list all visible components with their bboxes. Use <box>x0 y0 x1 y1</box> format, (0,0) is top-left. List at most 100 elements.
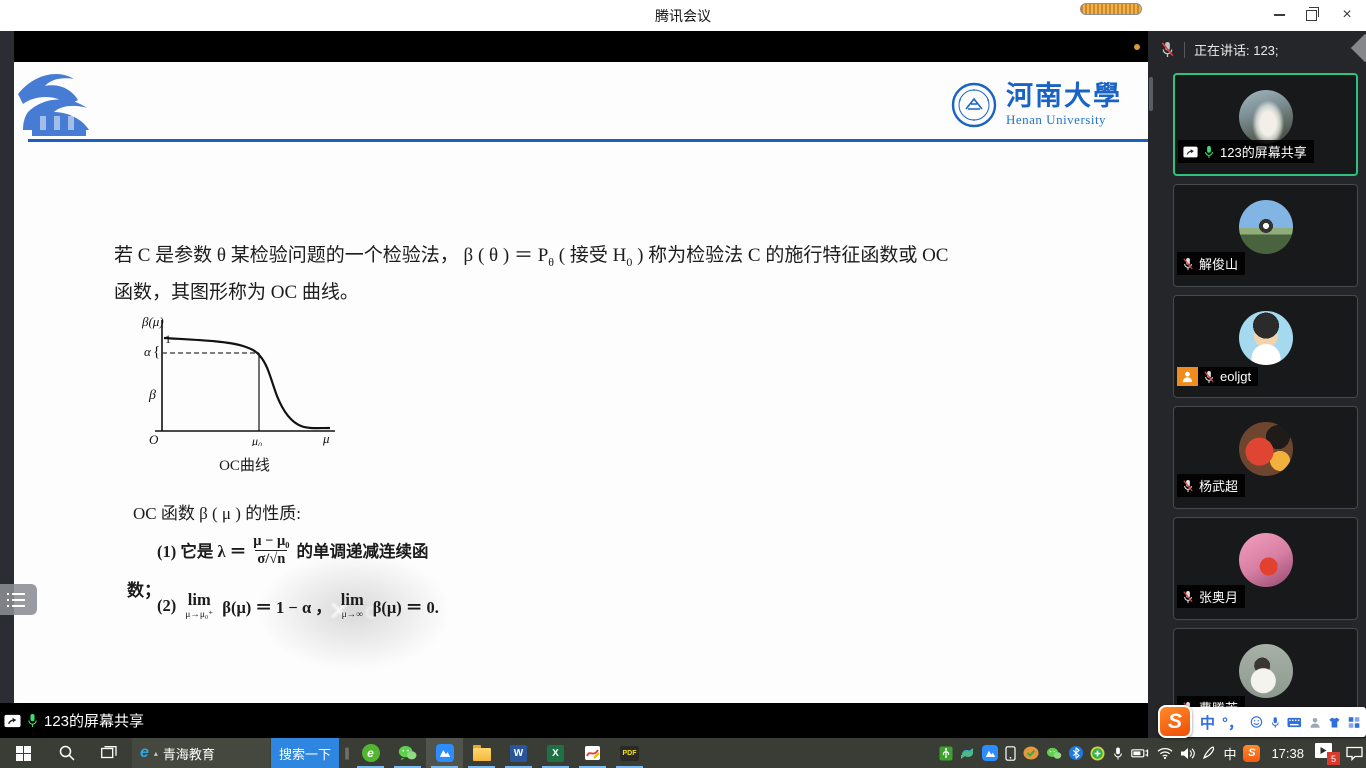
action-center-icon[interactable] <box>1346 746 1363 761</box>
toolbox-icon[interactable] <box>1348 715 1360 730</box>
taskbar-app-meeting[interactable] <box>426 738 463 768</box>
figure-beta-label: β <box>148 388 156 403</box>
annotation-menu-button[interactable] <box>0 584 37 615</box>
participant-name: 杨武超 <box>1199 476 1238 495</box>
meeting-tray-icon[interactable] <box>982 745 998 761</box>
search-button[interactable] <box>46 738 88 768</box>
skin-icon[interactable] <box>1328 715 1341 730</box>
wechat-icon <box>398 745 417 761</box>
pdf-icon: PDF <box>620 746 639 761</box>
soft-keyboard-icon[interactable] <box>1287 716 1302 729</box>
slide-paragraph: 若 C 是参数 θ 某检验问题的一个检验法， β ( θ ) ＝ Pθ ( 接受… <box>114 238 1074 310</box>
screen-share-icon <box>4 714 21 728</box>
taskbar-window-ie[interactable]: e ▴ 青海教育 <box>132 738 270 768</box>
wifi-icon[interactable] <box>1157 747 1173 759</box>
avatar <box>1239 200 1293 254</box>
taskbar-app-360browser[interactable]: e <box>352 738 389 768</box>
tray-language-indicator[interactable]: 中 <box>1223 744 1236 763</box>
ie-window-title: 青海教育 <box>163 744 215 763</box>
minimize-button[interactable] <box>1264 0 1294 30</box>
host-badge-icon <box>1177 367 1198 386</box>
avatar <box>1239 90 1293 144</box>
taskbar-app-pdf[interactable]: PDF <box>611 738 648 768</box>
mic-muted-icon <box>1160 41 1175 58</box>
emoji-icon[interactable] <box>1250 714 1263 730</box>
participant-tile[interactable]: 杨武超 <box>1173 406 1358 509</box>
property-1-cont: 数； <box>127 576 161 601</box>
usb-device-icon[interactable] <box>939 746 953 761</box>
sogou-tray-icon[interactable]: S <box>1243 745 1260 762</box>
participant-tile[interactable]: eoljgt <box>1173 295 1358 398</box>
notification-badge: 5 <box>1327 752 1340 765</box>
screen-share-banner: 123的屏幕共享 <box>0 703 1148 738</box>
volume-icon[interactable] <box>1180 747 1195 760</box>
figure-mu-label: μ <box>322 431 330 446</box>
power-plug-icon[interactable] <box>1131 747 1150 759</box>
input-switch-icon[interactable] <box>960 746 975 761</box>
start-button[interactable] <box>0 738 46 768</box>
bluetooth-icon[interactable] <box>1069 746 1083 760</box>
participant-name: eoljgt <box>1220 369 1251 384</box>
caret-icon: ▴ <box>154 749 158 758</box>
restore-button[interactable] <box>1296 0 1326 30</box>
participant-tile[interactable]: 解俊山 <box>1173 184 1358 287</box>
university-name-zh: 河南大學 <box>1006 83 1122 110</box>
taskbar-app-image-editor[interactable] <box>574 738 611 768</box>
figure-alpha-brace: { <box>153 344 160 360</box>
window-titlebar: 腾讯会议 × <box>0 0 1366 31</box>
participants-sidebar: 正在讲话: 123; 123的屏幕共享 <box>1148 31 1366 738</box>
wechat-tray-icon[interactable] <box>1046 747 1062 760</box>
share-banner-label: 123的屏幕共享 <box>44 710 144 731</box>
university-seal-icon <box>951 82 997 128</box>
university-name-en: Henan University <box>1006 112 1122 128</box>
word-icon: W <box>510 745 527 762</box>
360-plus-icon[interactable] <box>1090 746 1105 761</box>
pen-icon[interactable] <box>1202 746 1216 760</box>
properties-title: OC 函数 β ( μ ) 的性质: <box>133 499 301 524</box>
360-safe-icon[interactable] <box>1023 746 1039 760</box>
figure-ylabel: β(μ) <box>142 314 164 329</box>
mic-muted-icon <box>1182 257 1194 271</box>
system-tray: 中 S 17:38 5 <box>939 738 1363 768</box>
window-title: 腾讯会议 <box>0 0 1366 31</box>
account-icon[interactable] <box>1309 715 1321 730</box>
close-button[interactable]: × <box>1332 0 1362 30</box>
notification-app-icon[interactable]: 5 <box>1315 743 1339 763</box>
university-logo: 河南大學 Henan University <box>951 82 1122 128</box>
mic-muted-icon <box>1182 590 1194 604</box>
property-2: (2) lim μ→μ₀⁺ β(μ) ＝ 1 − α ， lim μ→∞ β(μ… <box>157 592 439 620</box>
recording-indicator-capsule <box>1080 3 1142 15</box>
participant-tile[interactable]: 123的屏幕共享 <box>1173 73 1358 176</box>
participant-name: 解俊山 <box>1199 254 1238 273</box>
paragraph-line2: 函数，其图形称为 OC 曲线。 <box>114 275 1074 310</box>
participant-tile[interactable]: 张奥月 <box>1173 517 1358 620</box>
figure-caption: OC曲线 <box>142 454 347 475</box>
mobile-device-icon[interactable] <box>1005 746 1016 761</box>
speaking-status-bar: 正在讲话: 123; <box>1148 31 1366 68</box>
sidebar-scrollbar[interactable] <box>1149 77 1153 111</box>
avatar <box>1239 311 1293 365</box>
360-browser-icon: e <box>362 744 380 762</box>
voice-input-icon[interactable] <box>1270 715 1280 730</box>
fraction: μ − μ₀ σ/√n <box>253 533 289 567</box>
punctuation-toggle[interactable]: °， <box>1222 712 1243 733</box>
taskbar-app-explorer[interactable] <box>463 738 500 768</box>
sogou-logo-icon[interactable]: S <box>1158 705 1192 738</box>
task-view-button[interactable] <box>88 738 130 768</box>
taskbar-window-search[interactable]: 搜索一下 <box>271 738 339 768</box>
taskbar-app-word[interactable]: W <box>500 738 537 768</box>
clock[interactable]: 17:38 <box>1267 746 1308 761</box>
input-lang-toggle[interactable]: 中 <box>1200 712 1215 733</box>
mic-muted-icon <box>1182 479 1194 493</box>
screen-share-icon <box>1183 146 1198 158</box>
oc-curve-figure: β(μ) 1 α { β O μ₀ μ <box>142 312 347 446</box>
paragraph-line1: 若 C 是参数 θ 某检验问题的一个检验法， β ( θ ) ＝ Pθ ( 接受… <box>114 238 1074 275</box>
mic-tray-icon[interactable] <box>1112 746 1124 761</box>
building-sketch <box>14 66 108 146</box>
tencent-meeting-icon <box>436 744 454 762</box>
ie-icon: e <box>140 744 149 762</box>
taskbar-app-wechat[interactable] <box>389 738 426 768</box>
shared-slide: 河南大學 Henan University 若 C 是参数 θ 某检验问题的一个… <box>14 62 1148 703</box>
taskbar-app-excel[interactable]: X <box>537 738 574 768</box>
file-explorer-icon <box>473 748 491 761</box>
